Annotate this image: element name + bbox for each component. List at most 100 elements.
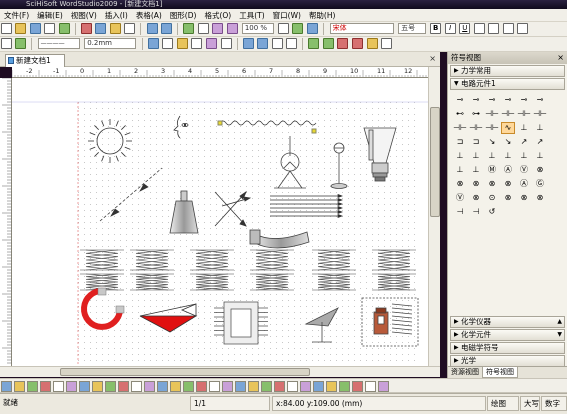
undo-icon[interactable] — [146, 23, 158, 34]
symbol-item[interactable]: ⊥ — [533, 122, 547, 134]
symbol-item[interactable]: ⊥ — [517, 150, 531, 162]
symbol-item[interactable]: ⊗ — [533, 164, 547, 176]
menu-item[interactable]: 编辑(E) — [33, 9, 67, 21]
symbol-item[interactable]: ⊥ — [453, 150, 467, 162]
arrange-icon[interactable] — [162, 38, 174, 49]
copy-icon[interactable] — [95, 23, 107, 34]
italic-button[interactable]: I — [444, 23, 456, 34]
line-style-select[interactable]: ———— — [37, 38, 80, 49]
symbol-item[interactable]: ⊣⊢ — [517, 108, 531, 120]
ungroup-icon[interactable] — [66, 381, 77, 392]
eraser-icon[interactable] — [105, 381, 116, 392]
symbol-item[interactable]: ⊥ — [485, 150, 499, 162]
bold-button[interactable]: B — [430, 23, 442, 34]
symbol-item[interactable]: Ⓥ — [453, 192, 467, 204]
arrow-style-icon[interactable] — [235, 381, 246, 392]
symbol-item[interactable]: ⊸ — [517, 94, 531, 106]
symbol-item[interactable]: ⊗ — [469, 178, 483, 190]
text-color-icon[interactable] — [176, 38, 188, 49]
horizontal-scroll-thumb[interactable] — [60, 368, 310, 376]
fill-tool-icon[interactable] — [170, 381, 181, 392]
3d-icon[interactable] — [261, 381, 272, 392]
symbol-item[interactable]: ⊸ — [501, 94, 515, 106]
symbol-item[interactable]: ⊸ — [533, 94, 547, 106]
table-icon[interactable] — [183, 23, 195, 34]
flip-icon[interactable] — [40, 381, 51, 392]
symbol-icon[interactable] — [326, 381, 337, 392]
zoom-out-icon[interactable] — [226, 23, 238, 34]
lock-icon[interactable] — [352, 381, 363, 392]
grid-tool-icon[interactable] — [365, 381, 376, 392]
rotate-icon[interactable] — [27, 381, 38, 392]
vertical-scrollbar[interactable] — [428, 67, 440, 366]
fill-color-icon[interactable] — [205, 38, 217, 49]
panel-tab[interactable]: 符号视图 — [482, 367, 518, 378]
symbol-item[interactable]: Ⓥ — [517, 164, 531, 176]
open-icon[interactable] — [15, 23, 27, 34]
line-width-select[interactable]: 0.2mm — [84, 38, 137, 49]
symbol-item[interactable]: ⊣⊢ — [485, 108, 499, 120]
menu-item[interactable]: 格式(O) — [200, 9, 235, 21]
redo-icon[interactable] — [161, 23, 173, 34]
line-style-icon[interactable] — [209, 381, 220, 392]
symbol-item[interactable]: ⊥ — [501, 150, 515, 162]
pointer-icon[interactable] — [277, 23, 289, 34]
symbol-item[interactable]: ∿ — [501, 122, 515, 134]
align-objects-icon[interactable] — [147, 38, 159, 49]
close-document-button[interactable]: × — [429, 54, 436, 63]
new-icon[interactable] — [0, 23, 12, 34]
cut-icon[interactable] — [80, 23, 92, 34]
symbol-item[interactable]: ⊐ — [453, 136, 467, 148]
symbol-item[interactable]: Ⓐ — [501, 164, 515, 176]
align-icon[interactable] — [131, 381, 142, 392]
symbol-item[interactable]: Ⓜ — [485, 164, 499, 176]
symbol-item[interactable]: Ⓐ — [517, 178, 531, 190]
indent-icon[interactable] — [242, 38, 254, 49]
formula-icon[interactable] — [287, 381, 298, 392]
symbol-item[interactable]: ⊶ — [469, 108, 483, 120]
symbol-item[interactable]: ⊸ — [453, 94, 467, 106]
pen-tool-icon[interactable] — [92, 381, 103, 392]
subscript-icon[interactable] — [322, 38, 334, 49]
symbol-item[interactable]: ↘ — [501, 136, 515, 148]
drawing-canvas[interactable] — [12, 78, 428, 366]
snap-icon[interactable] — [378, 381, 389, 392]
symbol-category[interactable]: ▶ 化学元件 ▼ — [450, 329, 565, 341]
zoom-in-icon[interactable] — [212, 23, 224, 34]
paste-icon[interactable] — [109, 23, 121, 34]
symbol-item[interactable]: ⊗ — [453, 178, 467, 190]
symbol-item[interactable]: ⊗ — [469, 192, 483, 204]
symbol-item[interactable]: ⊥ — [453, 164, 467, 176]
dash-style-icon[interactable] — [222, 381, 233, 392]
symbol-item[interactable]: ⊗ — [485, 178, 499, 190]
image-icon[interactable] — [313, 381, 324, 392]
symbol-item[interactable]: ⊥ — [533, 150, 547, 162]
line-color-tool-icon[interactable] — [196, 381, 207, 392]
delete-icon[interactable] — [124, 23, 136, 34]
table-tool-icon[interactable] — [274, 381, 285, 392]
symbol-item[interactable]: ⊙ — [485, 192, 499, 204]
symbol-item[interactable]: ⊗ — [533, 192, 547, 204]
symbol-item[interactable]: ⊣⊢ — [485, 122, 499, 134]
numbering-icon[interactable] — [286, 38, 298, 49]
symbol-category[interactable]: ▼ 电路元件1 — [450, 78, 565, 90]
help-icon[interactable] — [306, 23, 318, 34]
symbol-item[interactable]: ⊣⊢ — [533, 108, 547, 120]
superscript-icon[interactable] — [308, 38, 320, 49]
panel-tab[interactable]: 资源视图 — [448, 367, 482, 378]
check-icon[interactable] — [292, 23, 304, 34]
symbol-item[interactable]: ⊣⊢ — [501, 108, 515, 120]
menu-item[interactable]: 文件(F) — [0, 9, 33, 21]
border-icon[interactable] — [366, 38, 378, 49]
symbol-category[interactable]: ▶ 化学仪器 ▲ — [450, 316, 565, 328]
symbol-category[interactable]: ▶ 电磁学符号 — [450, 342, 565, 354]
symbol-item[interactable]: ⊣ — [453, 206, 467, 218]
fill-icon[interactable] — [15, 38, 27, 49]
symbol-category[interactable]: ▶ 力学常用 — [450, 65, 565, 77]
symbol-item[interactable]: Ⓖ — [533, 178, 547, 190]
symbol-item[interactable]: ⊥ — [469, 150, 483, 162]
align-left-icon[interactable] — [473, 23, 485, 34]
line-tool-icon[interactable] — [79, 381, 90, 392]
shadow-tool-icon[interactable] — [248, 381, 259, 392]
align-center-icon[interactable] — [488, 23, 500, 34]
